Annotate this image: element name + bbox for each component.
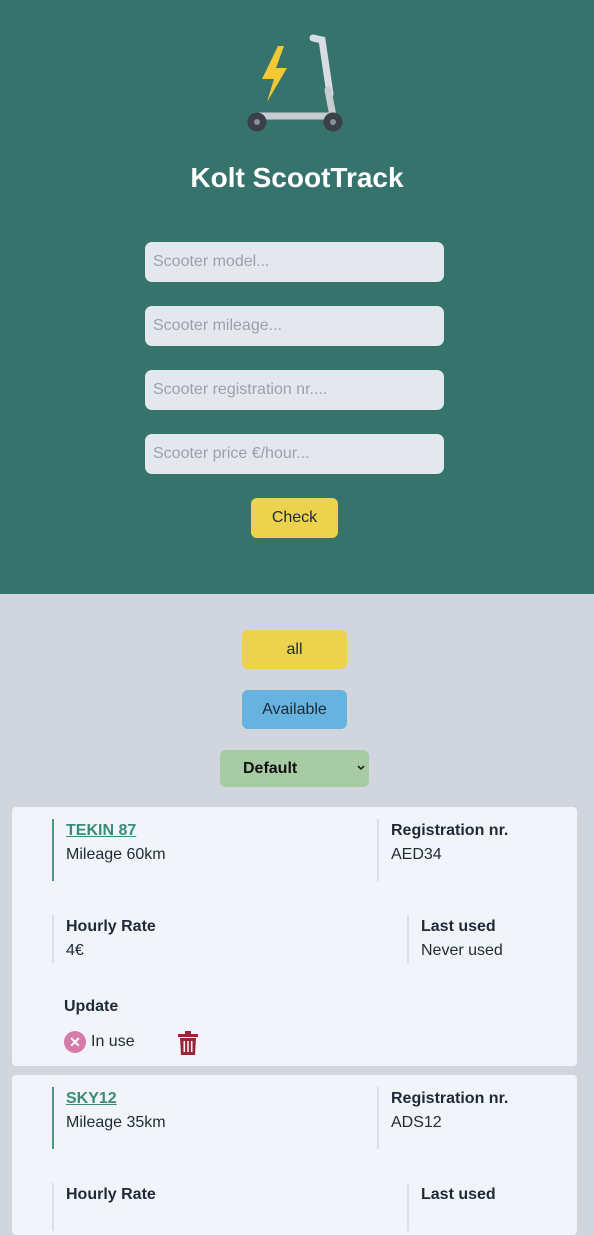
registration-label: Registration nr.: [391, 822, 509, 839]
hourly-rate-value: 4€: [66, 942, 84, 959]
last-used-block: Last used: [407, 1183, 496, 1231]
last-used-label: Last used: [421, 918, 496, 935]
status-text: In use: [91, 1033, 135, 1050]
update-label: Update: [64, 998, 119, 1015]
lightning-icon: [262, 46, 287, 102]
registration-label: Registration nr.: [391, 1090, 509, 1107]
registration-value: AED34: [391, 846, 442, 863]
scooter-mileage: Mileage 60km: [66, 846, 166, 863]
scooter-mileage-input[interactable]: [145, 306, 444, 346]
registration-block: Registration nr. AED34: [377, 819, 508, 881]
scooter-name-link[interactable]: TEKIN 87: [66, 819, 366, 843]
scooter-mileage: Mileage 35km: [66, 1114, 166, 1131]
scooter-name-block: SKY12 Mileage 35km: [52, 1087, 366, 1149]
scooter-price-input[interactable]: [145, 434, 444, 474]
status-toggle[interactable]: ✕ In use: [64, 1031, 135, 1053]
filter-available-button[interactable]: Available: [242, 690, 347, 729]
close-circle-icon: ✕: [64, 1031, 86, 1053]
last-used-label: Last used: [421, 1186, 496, 1203]
app-title: Kolt ScootTrack: [190, 162, 404, 193]
last-used-block: Last used Never used: [407, 915, 503, 963]
scooter-name-block: TEKIN 87 Mileage 60km: [52, 819, 366, 881]
scooter-registration-input[interactable]: [145, 370, 444, 410]
registration-value: ADS12: [391, 1114, 442, 1131]
hourly-rate-label: Hourly Rate: [66, 1186, 156, 1203]
header-section: Kolt ScootTrack Check: [0, 0, 594, 594]
registration-block: Registration nr. ADS12: [377, 1087, 508, 1149]
trash-icon[interactable]: [178, 1031, 198, 1055]
sort-select-value: Default: [243, 760, 298, 777]
hourly-rate-block: Hourly Rate: [52, 1183, 156, 1231]
last-used-value: Never used: [421, 942, 503, 959]
scooter-card: SKY12 Mileage 35km Registration nr. ADS1…: [12, 1075, 577, 1235]
scooter-card: TEKIN 87 Mileage 60km Registration nr. A…: [12, 807, 577, 1066]
scooter-name-link[interactable]: SKY12: [66, 1087, 366, 1111]
chevron-down-icon: [357, 765, 365, 771]
scooter-logo-icon: [247, 34, 343, 132]
hourly-rate-block: Hourly Rate 4€: [52, 915, 156, 963]
filter-all-button[interactable]: all: [242, 630, 347, 669]
sort-select[interactable]: Default: [220, 750, 369, 787]
check-button[interactable]: Check: [251, 498, 338, 538]
hourly-rate-label: Hourly Rate: [66, 918, 156, 935]
scooter-model-input[interactable]: [145, 242, 444, 282]
